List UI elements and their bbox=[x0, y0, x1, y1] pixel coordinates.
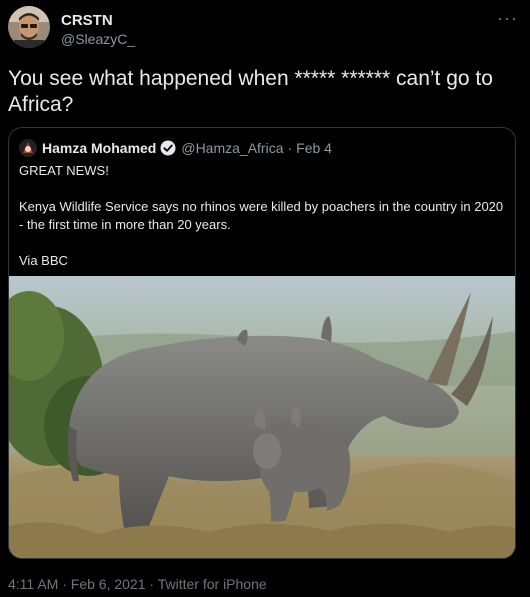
quoted-author-name[interactable]: Hamza Mohamed bbox=[42, 140, 156, 156]
header-separator: · bbox=[287, 140, 293, 156]
quoted-tweet-date[interactable]: Feb 4 bbox=[296, 140, 332, 156]
quoted-tweet-body: GREAT NEWS! Kenya Wildlife Service says … bbox=[19, 162, 507, 270]
verified-badge-icon bbox=[160, 140, 176, 156]
author-avatar[interactable] bbox=[8, 6, 50, 48]
tweet-footer: 4:11 AM · Feb 6, 2021 · Twitter for iPho… bbox=[8, 576, 267, 592]
quoted-author-avatar[interactable] bbox=[19, 139, 37, 157]
tweet[interactable]: CRSTN @SleazyC_ ··· You see what happene… bbox=[0, 0, 530, 597]
quoted-author-handle[interactable]: @Hamza_Africa bbox=[181, 140, 283, 156]
tweet-date[interactable]: Feb 6, 2021 bbox=[71, 576, 146, 592]
tweet-time[interactable]: 4:11 AM bbox=[8, 576, 58, 592]
more-options-icon[interactable]: ··· bbox=[497, 8, 518, 29]
quoted-paragraph: GREAT NEWS! bbox=[19, 163, 109, 178]
author-name[interactable]: CRSTN bbox=[61, 12, 113, 29]
author-handle[interactable]: @SleazyC_ bbox=[61, 31, 135, 47]
quoted-tweet-header: Hamza Mohamed @Hamza_Africa · Feb 4 bbox=[19, 139, 332, 157]
quoted-tweet[interactable]: Hamza Mohamed @Hamza_Africa · Feb 4 GREA… bbox=[8, 127, 516, 559]
footer-separator: · bbox=[62, 576, 67, 592]
footer-separator: · bbox=[149, 576, 155, 592]
quoted-paragraph: Via BBC bbox=[19, 253, 68, 268]
rhino-photo[interactable] bbox=[9, 276, 515, 558]
tweet-text: You see what happened when ***** ****** … bbox=[8, 67, 493, 116]
quoted-paragraph: Kenya Wildlife Service says no rhinos we… bbox=[19, 199, 504, 232]
tweet-client[interactable]: Twitter for iPhone bbox=[158, 576, 267, 592]
